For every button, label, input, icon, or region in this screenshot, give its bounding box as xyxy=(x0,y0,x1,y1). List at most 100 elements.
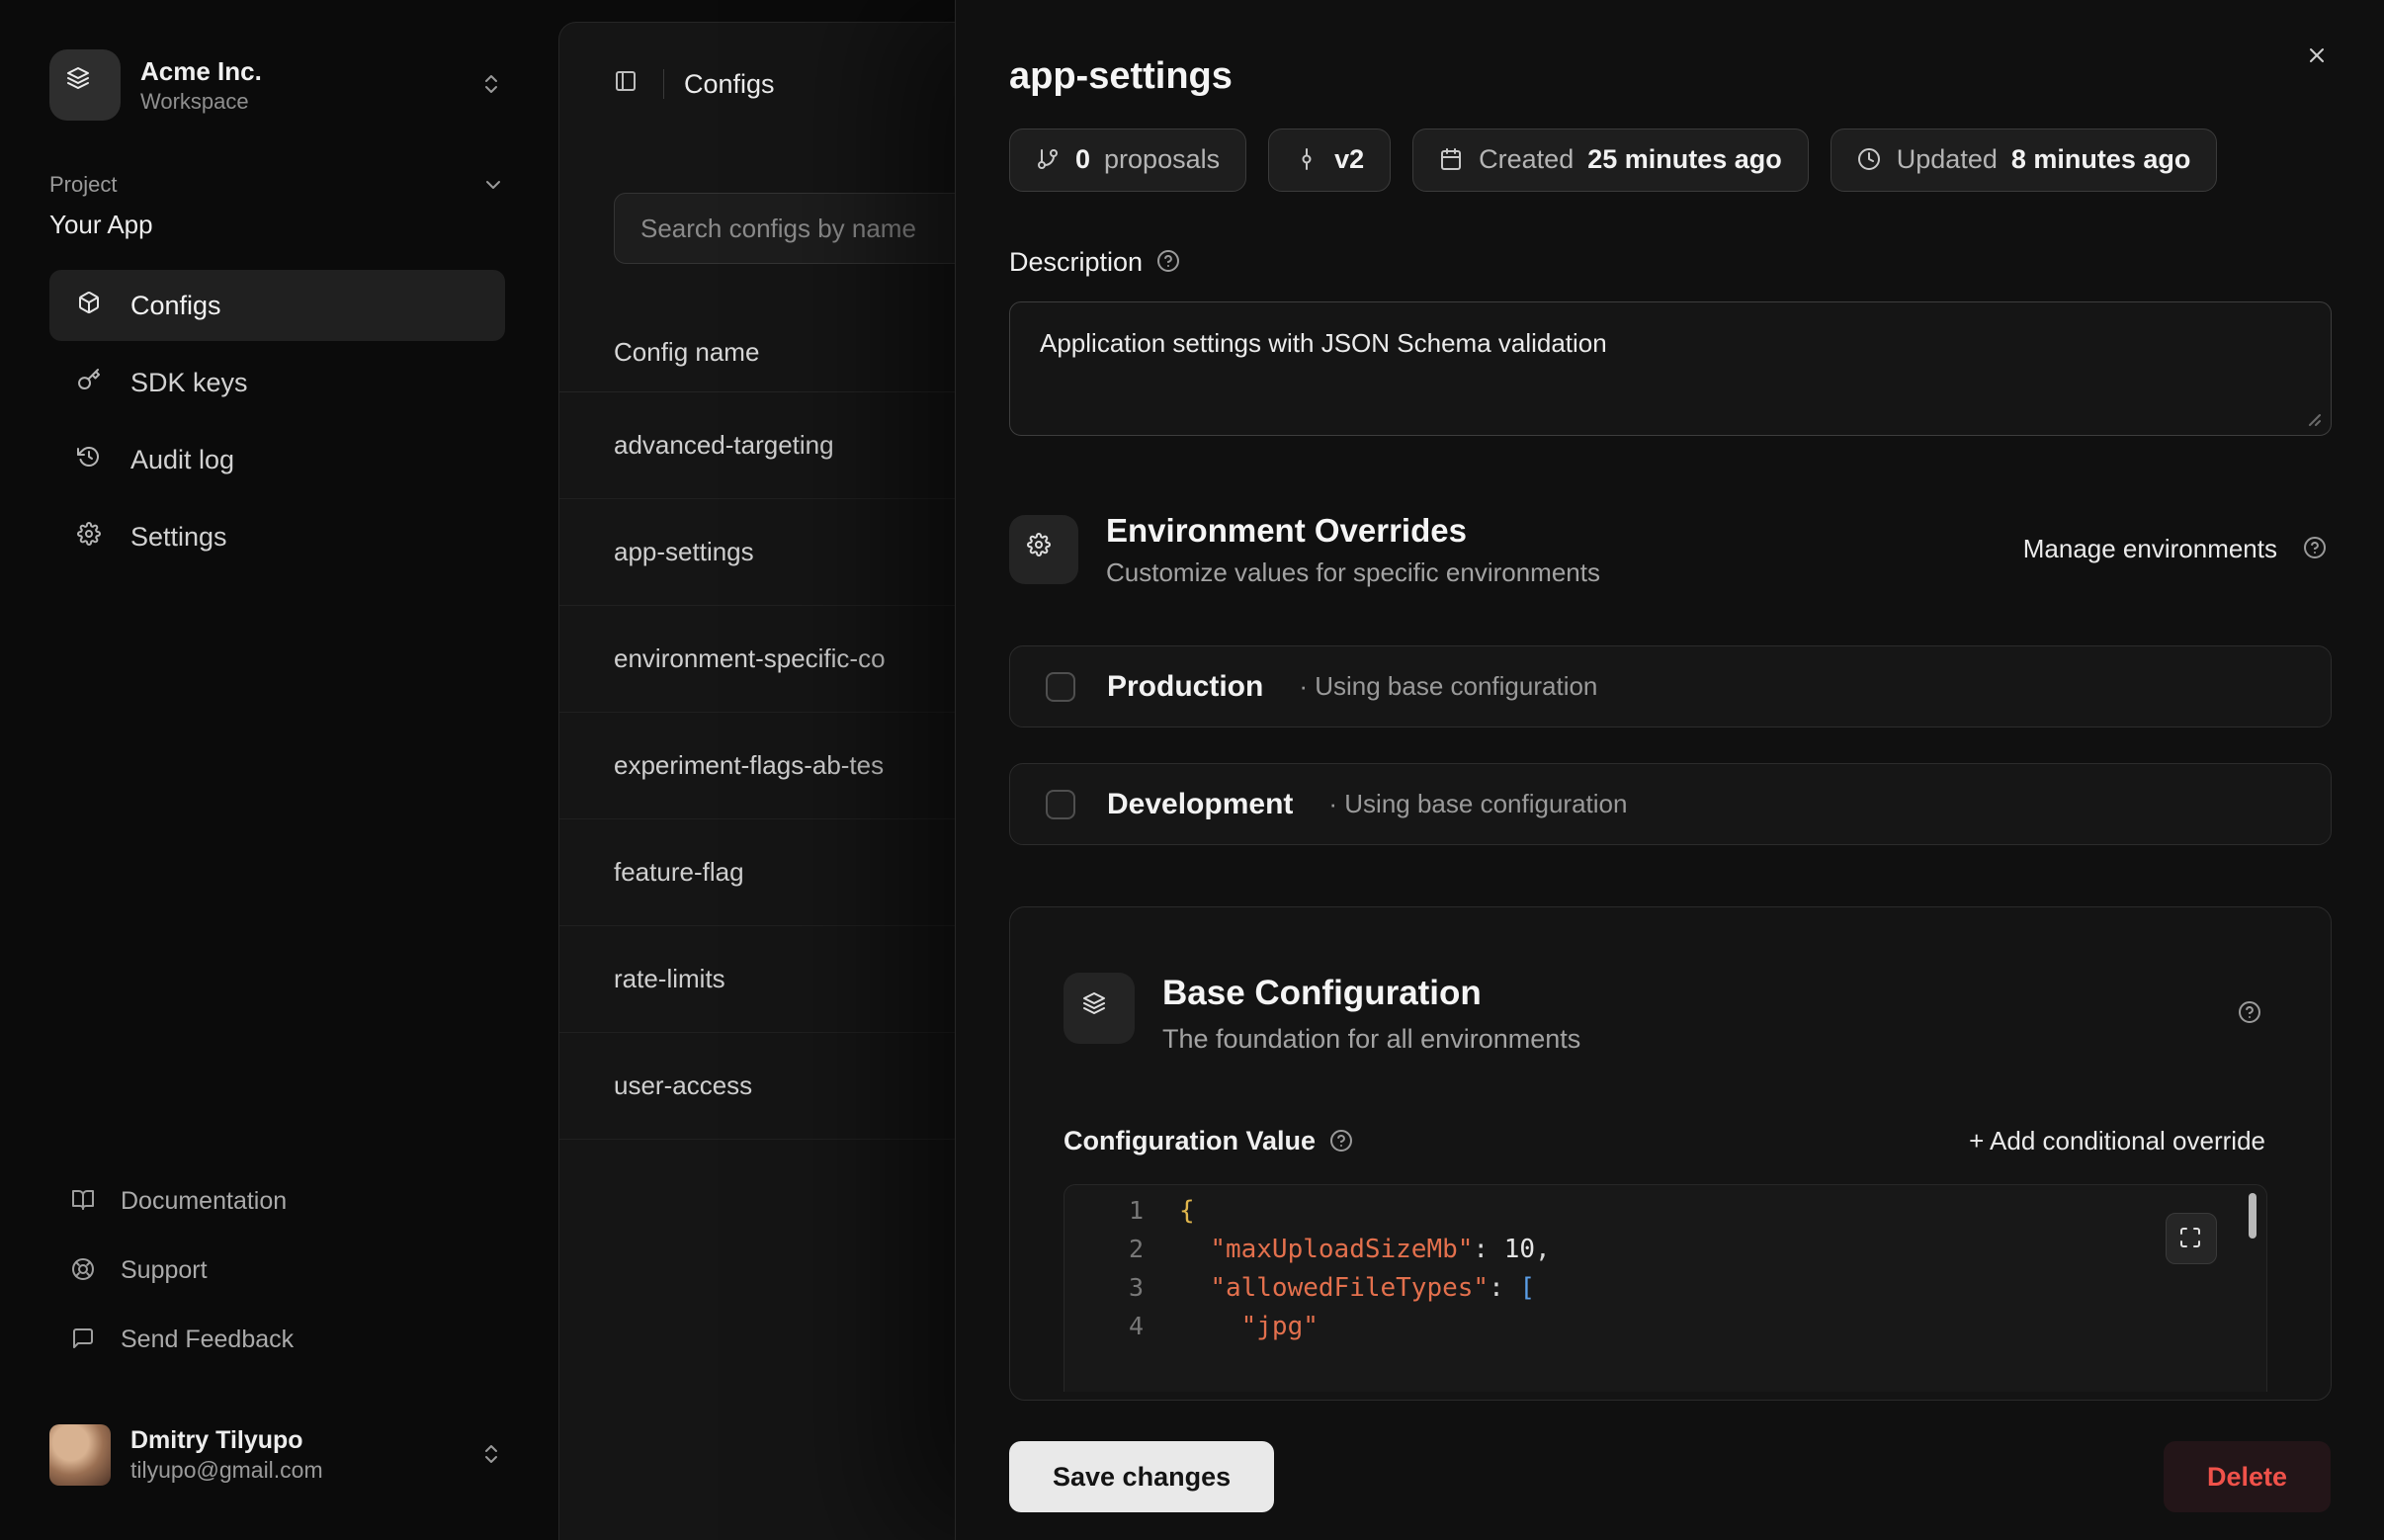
help-icon[interactable] xyxy=(1156,249,1182,275)
layers-tile xyxy=(1064,973,1135,1044)
environment-name: Production xyxy=(1107,670,1263,704)
code-line: 4 "jpg" xyxy=(1064,1307,2266,1345)
project-name: Your App xyxy=(49,210,505,240)
git-branch-icon xyxy=(1036,147,1062,173)
drawer-footer: Save changes Delete xyxy=(956,1413,2384,1540)
help-icon[interactable] xyxy=(2238,1000,2265,1028)
line-number: 1 xyxy=(1064,1196,1144,1225)
environment-row-production[interactable]: Production · Using base configuration xyxy=(1009,645,2332,727)
base-text: Base Configuration The foundation for al… xyxy=(1162,973,1580,1055)
chevron-down-icon xyxy=(481,173,505,197)
proposals-label: proposals xyxy=(1104,144,1220,175)
section-actions: Manage environments xyxy=(2023,534,2331,564)
code-line: 3 "allowedFileTypes": [ xyxy=(1064,1268,2266,1307)
sidebar-item-label: Audit log xyxy=(130,445,234,475)
life-buoy-icon xyxy=(71,1257,99,1285)
code-text: "jpg" xyxy=(1144,1312,1319,1341)
config-detail-drawer: app-settings 0 proposals v2 Created 25 m… xyxy=(955,0,2384,1540)
environment-status: · Using base configuration xyxy=(1328,789,1627,819)
sidebar-item-label: Settings xyxy=(130,522,227,553)
drawer-body: app-settings 0 proposals v2 Created 25 m… xyxy=(956,0,2384,1413)
page-title: app-settings xyxy=(1009,55,2331,99)
message-square-icon xyxy=(71,1326,99,1354)
environment-status: · Using base configuration xyxy=(1299,671,1597,702)
version-value: v2 xyxy=(1334,144,1364,175)
section-subtitle: Customize values for specific environmen… xyxy=(1106,557,1600,588)
description-input[interactable]: Application settings with JSON Schema va… xyxy=(1009,301,2332,436)
config-name: environment-specific-co xyxy=(614,643,886,674)
code-text: { xyxy=(1144,1196,1195,1226)
proposals-count: 0 xyxy=(1075,144,1090,175)
delete-button[interactable]: Delete xyxy=(2164,1441,2331,1512)
resize-handle-icon[interactable] xyxy=(2299,404,2321,426)
gear-tile xyxy=(1009,515,1078,584)
maximize-icon xyxy=(2178,1226,2204,1251)
config-name: app-settings xyxy=(614,537,754,567)
environment-checkbox[interactable] xyxy=(1046,790,1075,819)
line-number: 3 xyxy=(1064,1273,1144,1302)
created-value: 25 minutes ago xyxy=(1587,144,1782,175)
gear-icon xyxy=(1027,533,1061,566)
layers-icon xyxy=(1082,991,1116,1025)
column-header: Config name xyxy=(614,337,759,368)
description-label: Description xyxy=(1009,247,1143,278)
sidebar-item-settings[interactable]: Settings xyxy=(49,501,505,572)
footer-link-label: Send Feedback xyxy=(121,1326,294,1354)
box-icon xyxy=(77,291,107,320)
base-configuration-header: Base Configuration The foundation for al… xyxy=(1064,973,2265,1055)
user-menu[interactable]: Dmitry Tilyupo tilyupo@gmail.com xyxy=(49,1424,505,1486)
history-icon xyxy=(77,445,107,474)
line-number: 4 xyxy=(1064,1312,1144,1340)
sidebar-item-label: SDK keys xyxy=(130,368,248,398)
base-configuration-card: Base Configuration The foundation for al… xyxy=(1009,906,2332,1401)
sidebar-item-configs[interactable]: Configs xyxy=(49,270,505,341)
clock-icon xyxy=(1857,147,1883,173)
sidebar-footer: Documentation Support Send Feedback xyxy=(49,1167,505,1375)
updated-value: 8 minutes ago xyxy=(2011,144,2191,175)
manage-environments-link[interactable]: Manage environments xyxy=(2023,534,2277,564)
workspace-name: Acme Inc. xyxy=(140,55,262,88)
footer-link-label: Support xyxy=(121,1256,208,1285)
config-name: advanced-targeting xyxy=(614,430,834,461)
help-icon[interactable] xyxy=(1329,1129,1355,1155)
panel-title: Configs xyxy=(684,69,775,100)
sidebar-nav: Configs SDK keys Audit log Settings xyxy=(49,270,505,572)
base-subtitle: The foundation for all environments xyxy=(1162,1024,1580,1055)
chevrons-up-down-icon[interactable] xyxy=(479,72,505,98)
footer-link-support[interactable]: Support xyxy=(49,1237,505,1306)
sidebar-item-audit-log[interactable]: Audit log xyxy=(49,424,505,495)
description-label-row: Description xyxy=(1009,247,2331,278)
expand-editor-button[interactable] xyxy=(2166,1213,2217,1264)
book-open-icon xyxy=(71,1188,99,1216)
workspace-logo xyxy=(49,49,121,121)
environment-row-development[interactable]: Development · Using base configuration xyxy=(1009,763,2332,845)
environment-checkbox[interactable] xyxy=(1046,672,1075,702)
proposals-badge[interactable]: 0 proposals xyxy=(1009,128,1246,192)
environment-overrides-header: Environment Overrides Customize values f… xyxy=(1009,511,2331,589)
created-badge: Created 25 minutes ago xyxy=(1412,128,1809,192)
project-selector[interactable]: Project xyxy=(49,172,505,198)
help-icon[interactable] xyxy=(2303,536,2331,563)
code-scrollbar[interactable] xyxy=(2249,1193,2256,1239)
footer-link-send-feedback[interactable]: Send Feedback xyxy=(49,1306,505,1375)
code-text: "allowedFileTypes": [ xyxy=(1144,1273,1535,1303)
add-conditional-override-link[interactable]: + Add conditional override xyxy=(1969,1126,2265,1156)
config-name: user-access xyxy=(614,1070,752,1101)
created-label: Created xyxy=(1479,144,1574,175)
version-badge[interactable]: v2 xyxy=(1268,128,1391,192)
panel-toggle-icon[interactable] xyxy=(614,69,643,99)
footer-link-documentation[interactable]: Documentation xyxy=(49,1167,505,1237)
chevrons-up-down-icon[interactable] xyxy=(479,1442,505,1468)
sidebar-item-sdk-keys[interactable]: SDK keys xyxy=(49,347,505,418)
environment-name: Development xyxy=(1107,788,1293,821)
code-editor[interactable]: 1 { 2 "maxUploadSizeMb": 10, 3 "allowedF… xyxy=(1064,1184,2267,1392)
workspace-switcher[interactable]: Acme Inc. Workspace xyxy=(49,49,505,121)
updated-label: Updated xyxy=(1897,144,1998,175)
code-line: 2 "maxUploadSizeMb": 10, xyxy=(1064,1230,2266,1268)
config-name: feature-flag xyxy=(614,857,744,888)
save-changes-button[interactable]: Save changes xyxy=(1009,1441,1274,1512)
user-email: tilyupo@gmail.com xyxy=(130,1456,323,1486)
gear-icon xyxy=(77,522,107,552)
project-label: Project xyxy=(49,172,117,198)
sidebar-item-label: Configs xyxy=(130,291,221,321)
